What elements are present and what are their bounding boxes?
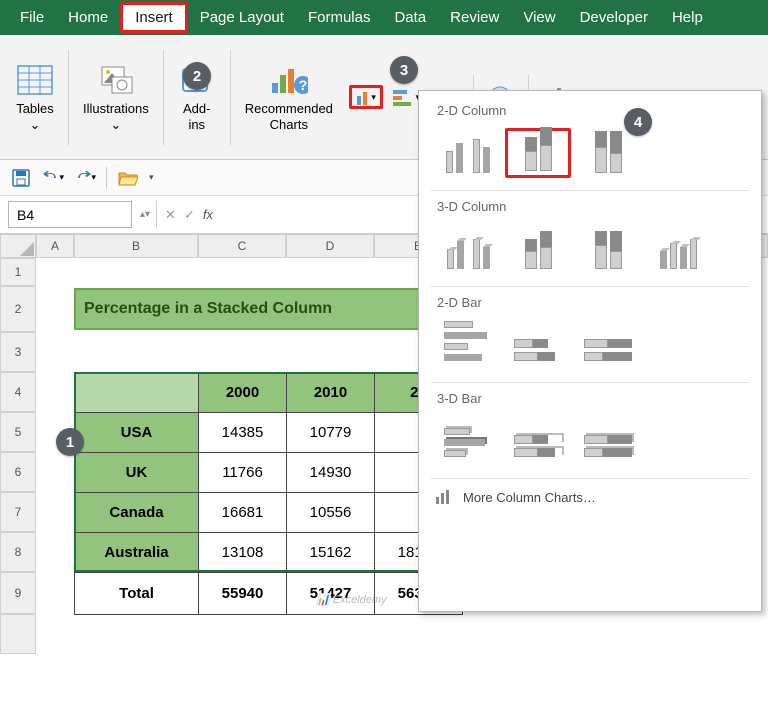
can-2010[interactable]: 10556 (287, 493, 375, 533)
col-A[interactable]: A (36, 234, 74, 258)
ribbon-tables[interactable]: Tables⌄ (8, 59, 62, 134)
ribbon-tables-label: Tables⌄ (16, 101, 54, 132)
chart-3d-clustered-column[interactable] (435, 224, 501, 274)
row-1[interactable]: 1 (0, 258, 36, 286)
tot-2000[interactable]: 55940 (199, 573, 287, 615)
illustrations-icon (97, 61, 135, 99)
undo-icon[interactable]: ▾ (42, 167, 64, 189)
insert-column-chart-button[interactable]: ▾ (349, 85, 383, 109)
fx-cancel-icon[interactable]: ✕ (165, 207, 176, 223)
dd-2d-bar-header: 2-D Bar (425, 289, 755, 318)
chart-dropdown-panel: 2-D Column 3-D Column (418, 90, 762, 612)
svg-text:?: ? (299, 77, 308, 93)
menu-home[interactable]: Home (56, 5, 120, 30)
open-folder-icon[interactable] (117, 167, 139, 189)
row-canada: Canada (75, 493, 199, 533)
dd-3d-bar-header: 3-D Bar (425, 385, 755, 414)
row-7[interactable]: 7 (0, 492, 36, 532)
ribbon-addins-label: Add- ins (183, 101, 210, 132)
menu-data[interactable]: Data (382, 5, 438, 30)
col-B[interactable]: B (74, 234, 198, 258)
chart-3d-clustered-bar[interactable] (435, 416, 501, 466)
row-9[interactable]: 9 (0, 572, 36, 614)
usa-2010[interactable]: 10779 (287, 413, 375, 453)
chevron-down-icon: ▾ (371, 92, 376, 103)
aus-2010[interactable]: 15162 (287, 533, 375, 573)
chart-stacked-bar[interactable] (505, 320, 571, 370)
menu-bar: File Home Insert Page Layout Formulas Da… (0, 0, 768, 35)
recommended-charts-icon: ? (270, 61, 308, 99)
row-usa: USA (75, 413, 199, 453)
name-box[interactable]: B4 (8, 201, 132, 228)
menu-view[interactable]: View (511, 5, 567, 30)
dd-2d-column-header: 2-D Column (425, 97, 755, 126)
more-column-charts[interactable]: More Column Charts… (425, 481, 755, 513)
row-uk: UK (75, 453, 199, 493)
table-corner (75, 373, 199, 413)
redo-icon[interactable]: ▾ (74, 167, 96, 189)
aus-2000[interactable]: 13108 (199, 533, 287, 573)
chart-3d-100pct-column[interactable] (575, 224, 641, 274)
row-total: Total (75, 573, 199, 615)
menu-insert[interactable]: Insert (120, 2, 188, 33)
fx-confirm-icon[interactable]: ✓ (184, 207, 195, 223)
chart-3d-100pct-bar[interactable] (575, 416, 641, 466)
uk-2010[interactable]: 14930 (287, 453, 375, 493)
table-title: Percentage in a Stacked Column (74, 288, 458, 330)
ribbon-illustrations[interactable]: Illustrations⌄ (75, 59, 157, 134)
menu-formulas[interactable]: Formulas (296, 5, 383, 30)
row-10[interactable] (0, 614, 36, 654)
badge-4: 4 (624, 108, 652, 136)
row-3[interactable]: 3 (0, 332, 36, 372)
menu-review[interactable]: Review (438, 5, 511, 30)
row-2[interactable]: 2 (0, 286, 36, 332)
data-table: 2000 2010 20 USA 14385 10779 UK 11766 14… (74, 372, 463, 615)
chart-icon (435, 489, 453, 505)
th-c1: 2000 (199, 373, 287, 413)
menu-file[interactable]: File (8, 5, 56, 30)
badge-1: 1 (56, 428, 84, 456)
chart-clustered-column[interactable] (435, 128, 501, 178)
dd-3d-column-header: 3-D Column (425, 193, 755, 222)
uk-2000[interactable]: 11766 (199, 453, 287, 493)
ribbon-illustrations-label: Illustrations⌄ (83, 101, 149, 132)
row-8[interactable]: 8 (0, 532, 36, 572)
chart-100pct-column[interactable] (575, 128, 641, 178)
ribbon-recommended-charts[interactable]: ? Recommended Charts (237, 59, 341, 134)
chart-100pct-bar[interactable] (575, 320, 641, 370)
row-4[interactable]: 4 (0, 372, 36, 412)
can-2000[interactable]: 16681 (199, 493, 287, 533)
chart-stacked-column[interactable] (505, 128, 571, 178)
menu-developer[interactable]: Developer (568, 5, 660, 30)
fx-icon[interactable]: fx (203, 207, 213, 222)
th-c2: 2010 (287, 373, 375, 413)
menu-page-layout[interactable]: Page Layout (188, 5, 296, 30)
col-D[interactable]: D (286, 234, 374, 258)
col-C[interactable]: C (198, 234, 286, 258)
ribbon-rec-charts-label: Recommended Charts (245, 101, 333, 132)
row-australia: Australia (75, 533, 199, 573)
chart-3d-stacked-column[interactable] (505, 224, 571, 274)
chart-3d-column[interactable] (645, 224, 711, 274)
badge-3: 3 (390, 56, 418, 84)
tot-2010[interactable]: 51427 (287, 573, 375, 615)
usa-2000[interactable]: 14385 (199, 413, 287, 453)
row-5[interactable]: 5 (0, 412, 36, 452)
tables-icon (16, 61, 54, 99)
save-icon[interactable] (10, 167, 32, 189)
more-charts-label: More Column Charts… (463, 490, 596, 505)
select-all[interactable] (0, 234, 36, 258)
row-6[interactable]: 6 (0, 452, 36, 492)
chart-3d-stacked-bar[interactable] (505, 416, 571, 466)
chart-clustered-bar[interactable] (435, 320, 501, 370)
badge-2: 2 (183, 62, 211, 90)
menu-help[interactable]: Help (660, 5, 715, 30)
